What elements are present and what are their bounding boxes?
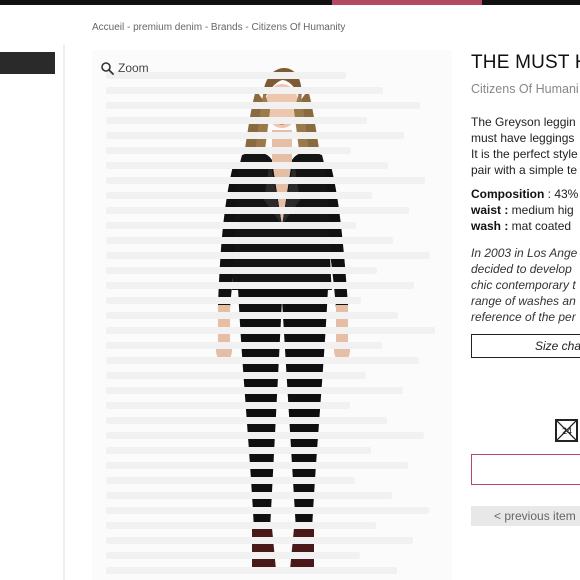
texture-line [106, 132, 404, 139]
texture-line [106, 207, 409, 214]
spec-value: : 43% [544, 187, 579, 201]
texture-line [106, 537, 413, 544]
side-menu-tab[interactable] [0, 52, 55, 74]
size-option-label: 24 [562, 426, 573, 436]
spec-label: wash : [471, 219, 509, 233]
description-line: It is the perfect style [471, 147, 578, 161]
size-option-unavailable[interactable]: 24 [555, 419, 578, 442]
previous-item-button[interactable]: < previous item [471, 506, 580, 526]
texture-line [106, 477, 355, 484]
texture-line [106, 507, 429, 514]
texture-line [106, 147, 351, 154]
texture-line [106, 552, 360, 559]
texture-line [106, 162, 388, 169]
texture-line [106, 447, 371, 454]
story-line: range of washes an [471, 294, 576, 308]
texture-line [106, 252, 430, 259]
product-title: THE MUST H [471, 52, 580, 73]
zoom-label: Zoom [118, 61, 149, 75]
spec-label: waist : [471, 203, 509, 217]
spec-waist: waist : medium hig [471, 203, 574, 217]
story-line: reference of the per [471, 310, 576, 324]
texture-line [106, 567, 397, 574]
brand-story: In 2003 in Los Ange decided to develop c… [471, 245, 577, 325]
spec-label: Composition [471, 187, 545, 201]
texture-line [106, 192, 372, 199]
texture-line [106, 402, 350, 409]
product-image[interactable] [92, 50, 452, 580]
texture-line [106, 87, 383, 94]
texture-line [106, 492, 392, 499]
texture-line [106, 222, 356, 229]
texture-line [106, 342, 382, 349]
magnifier-icon [101, 61, 114, 75]
zoom-button[interactable]: Zoom [101, 61, 149, 75]
top-bar [0, 0, 580, 5]
spec-value: medium hig [508, 203, 574, 217]
texture-line [106, 177, 425, 184]
texture-line [106, 417, 387, 424]
description-line: The Greyson leggin [471, 115, 576, 129]
texture-line [106, 282, 414, 289]
texture-line [106, 432, 424, 439]
story-line: In 2003 in Los Ange [471, 246, 578, 260]
texture-line [106, 372, 366, 379]
story-line: decided to develop [471, 262, 572, 276]
spec-value: mat coated [508, 219, 572, 233]
description-line: must have leggings [471, 131, 575, 145]
texture-line [106, 297, 361, 304]
active-nav-indicator [332, 0, 482, 5]
texture-line [106, 267, 377, 274]
spec-wash: wash : mat coated [471, 219, 571, 233]
texture-line [106, 102, 420, 109]
texture-line [106, 387, 403, 394]
description-line: pair with a simple te [471, 163, 578, 177]
texture-line [106, 237, 393, 244]
texture-line [106, 357, 419, 364]
texture-line [106, 327, 435, 334]
texture-line [106, 462, 408, 469]
story-line: chic contemporary t [471, 278, 576, 292]
divider [63, 45, 65, 580]
texture-line [106, 117, 367, 124]
add-to-cart-button[interactable] [471, 454, 580, 485]
product-brand[interactable]: Citizens Of Humani [471, 82, 579, 96]
spec-composition: Composition : 43% [471, 187, 578, 201]
texture-line [106, 312, 398, 319]
texture-line [106, 522, 376, 529]
product-description: The Greyson leggin must have leggings It… [471, 114, 578, 178]
breadcrumb[interactable]: Accueil - premium denim - Brands - Citiz… [92, 22, 345, 33]
size-chart-button[interactable]: Size cha [471, 334, 580, 358]
